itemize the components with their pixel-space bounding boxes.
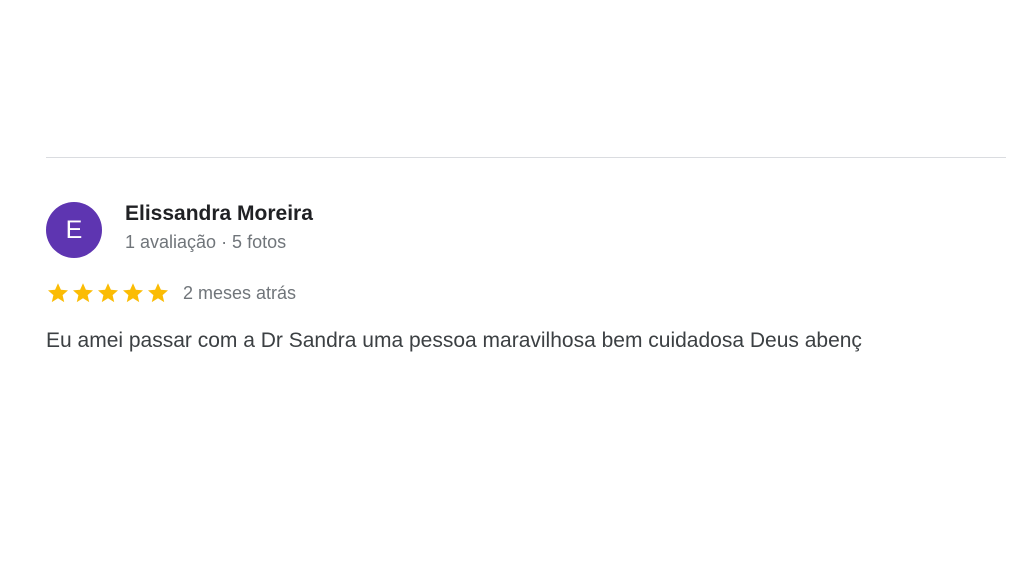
author-meta: 1 avaliação · 5 fotos bbox=[125, 232, 287, 252]
star-icon bbox=[48, 283, 68, 303]
avatar-letter: E bbox=[65, 215, 83, 244]
review-date: 2 meses atrás bbox=[183, 282, 297, 303]
avatar[interactable]: E bbox=[46, 202, 102, 258]
review-text: Eu amei passar com a Dr Sandra uma pesso… bbox=[46, 329, 862, 352]
author-name[interactable]: Elissandra Moreira bbox=[125, 202, 313, 226]
star-icon bbox=[73, 283, 93, 303]
star-icon bbox=[123, 283, 143, 303]
star-icon bbox=[148, 283, 168, 303]
rating-row: 2 meses atrás bbox=[46, 279, 296, 307]
star-rating bbox=[46, 281, 171, 305]
divider bbox=[46, 157, 1006, 158]
review-card: E Elissandra Moreira 1 avaliação · 5 fot… bbox=[46, 157, 1006, 377]
star-icon bbox=[98, 283, 118, 303]
